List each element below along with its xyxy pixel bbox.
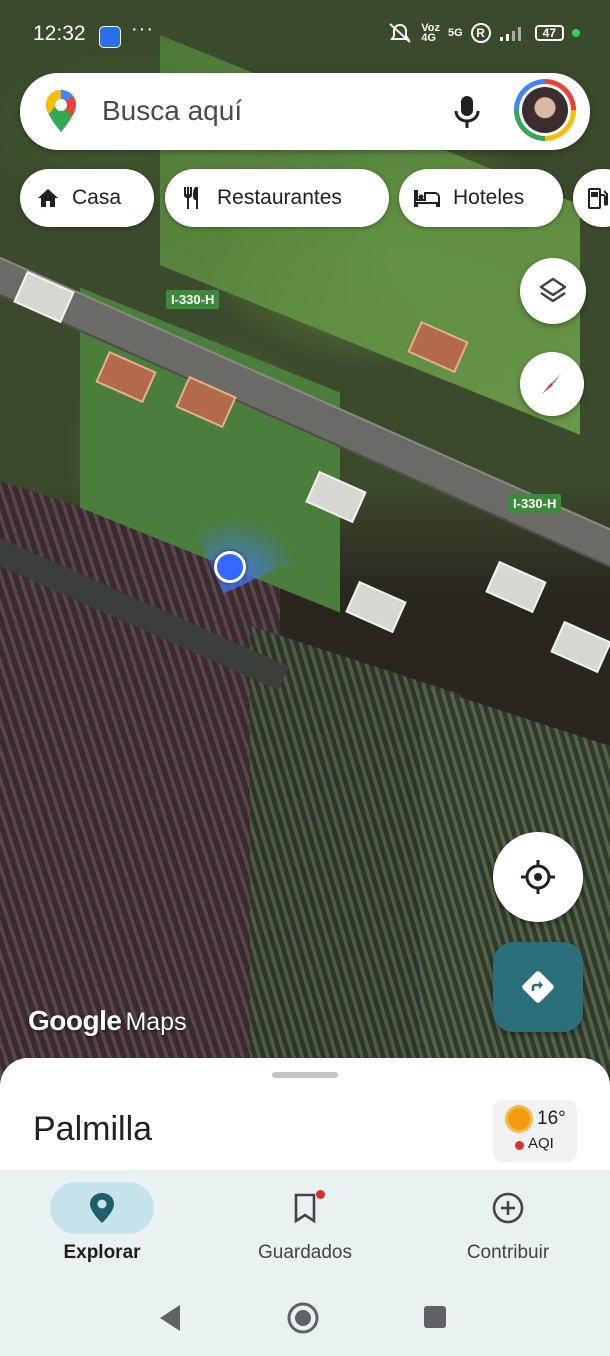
privacy-indicator: [572, 29, 580, 37]
hotel-icon: [414, 190, 440, 207]
add-circle-icon: [492, 1192, 524, 1224]
microphone-icon[interactable]: [450, 93, 484, 131]
watermark-maps: Maps: [125, 1008, 187, 1036]
mute-icon: [389, 23, 411, 43]
building: [550, 620, 610, 674]
watermark-google: Google: [28, 1005, 122, 1036]
directions-icon: [522, 971, 554, 1003]
notification-dot: [316, 1190, 325, 1199]
gas-station-icon: [588, 188, 608, 209]
restaurant-icon: [184, 187, 198, 209]
google-maps-watermark: Google Maps: [28, 1005, 187, 1037]
my-location-button[interactable]: [493, 832, 583, 922]
building: [485, 560, 547, 614]
recents-icon[interactable]: [423, 1305, 447, 1329]
roaming-icon: R: [470, 23, 491, 43]
network-5g: 5G: [447, 27, 463, 39]
chip-label: Restaurantes: [217, 186, 342, 209]
nav-label: Contribuir: [466, 1242, 550, 1263]
temperature: 16°: [537, 1108, 566, 1129]
aqi-label: AQI: [528, 1135, 554, 1152]
nav-pill: [50, 1182, 154, 1234]
sun-icon: [508, 1108, 530, 1130]
current-location-dot[interactable]: [214, 551, 246, 583]
place-name: Palmilla: [33, 1110, 153, 1148]
bottom-navigation: Explorar Guardados Contribuir: [0, 1170, 610, 1280]
home-circle-icon[interactable]: [286, 1301, 320, 1335]
overflow-notifications: ···: [131, 18, 154, 40]
layers-button[interactable]: [520, 258, 586, 324]
chip-hoteles[interactable]: Hoteles: [399, 169, 563, 227]
nav-explorar[interactable]: Explorar: [2, 1182, 202, 1272]
chip-label: Casa: [72, 186, 122, 209]
place-sheet[interactable]: Palmilla 16° AQI: [0, 1058, 610, 1188]
back-icon[interactable]: [158, 1303, 182, 1333]
building: [345, 580, 407, 634]
home-icon: [38, 189, 58, 207]
nav-label: Guardados: [257, 1242, 352, 1263]
directions-button[interactable]: [493, 942, 583, 1032]
layers-icon: [539, 277, 567, 303]
system-navigation-bar: [0, 1280, 610, 1356]
my-location-icon: [521, 860, 555, 894]
search-bar[interactable]: Busca aquí: [20, 73, 590, 150]
road-label: I-330-H: [508, 494, 562, 513]
sheet-drag-handle[interactable]: [272, 1072, 338, 1078]
bookmark-icon: [294, 1193, 316, 1224]
battery-icon: 47: [534, 25, 564, 41]
signal-icon: [499, 27, 521, 41]
aqi-status-dot: [515, 1141, 524, 1150]
avatar-photo: [522, 87, 568, 133]
nav-label: Explorar: [63, 1242, 141, 1263]
messages-app-icon: [99, 26, 121, 48]
weather-chip[interactable]: 16° AQI: [493, 1100, 577, 1162]
compass-icon: [542, 374, 561, 394]
google-maps-pin-icon: [46, 90, 76, 132]
status-bar: 12:32 ··· Voz 4G 5G R 47: [0, 0, 610, 70]
compass-button[interactable]: [520, 352, 584, 416]
chip-casa[interactable]: Casa: [20, 169, 154, 227]
account-avatar[interactable]: [514, 79, 576, 141]
explore-pin-icon: [90, 1193, 114, 1223]
nav-contribuir[interactable]: Contribuir: [408, 1182, 608, 1272]
nav-guardados[interactable]: Guardados: [205, 1182, 405, 1272]
chip-restaurantes[interactable]: Restaurantes: [165, 169, 389, 227]
system-icons: Voz 4G 5G R 47: [387, 22, 580, 44]
nav-pill: [253, 1182, 357, 1234]
chip-label: Hoteles: [453, 186, 525, 209]
status-time: 12:32: [33, 22, 86, 45]
road-label: I-330-H: [166, 290, 220, 309]
network-type: Voz 4G: [421, 22, 440, 44]
search-input[interactable]: Busca aquí: [102, 95, 242, 127]
nav-pill: [456, 1182, 560, 1234]
